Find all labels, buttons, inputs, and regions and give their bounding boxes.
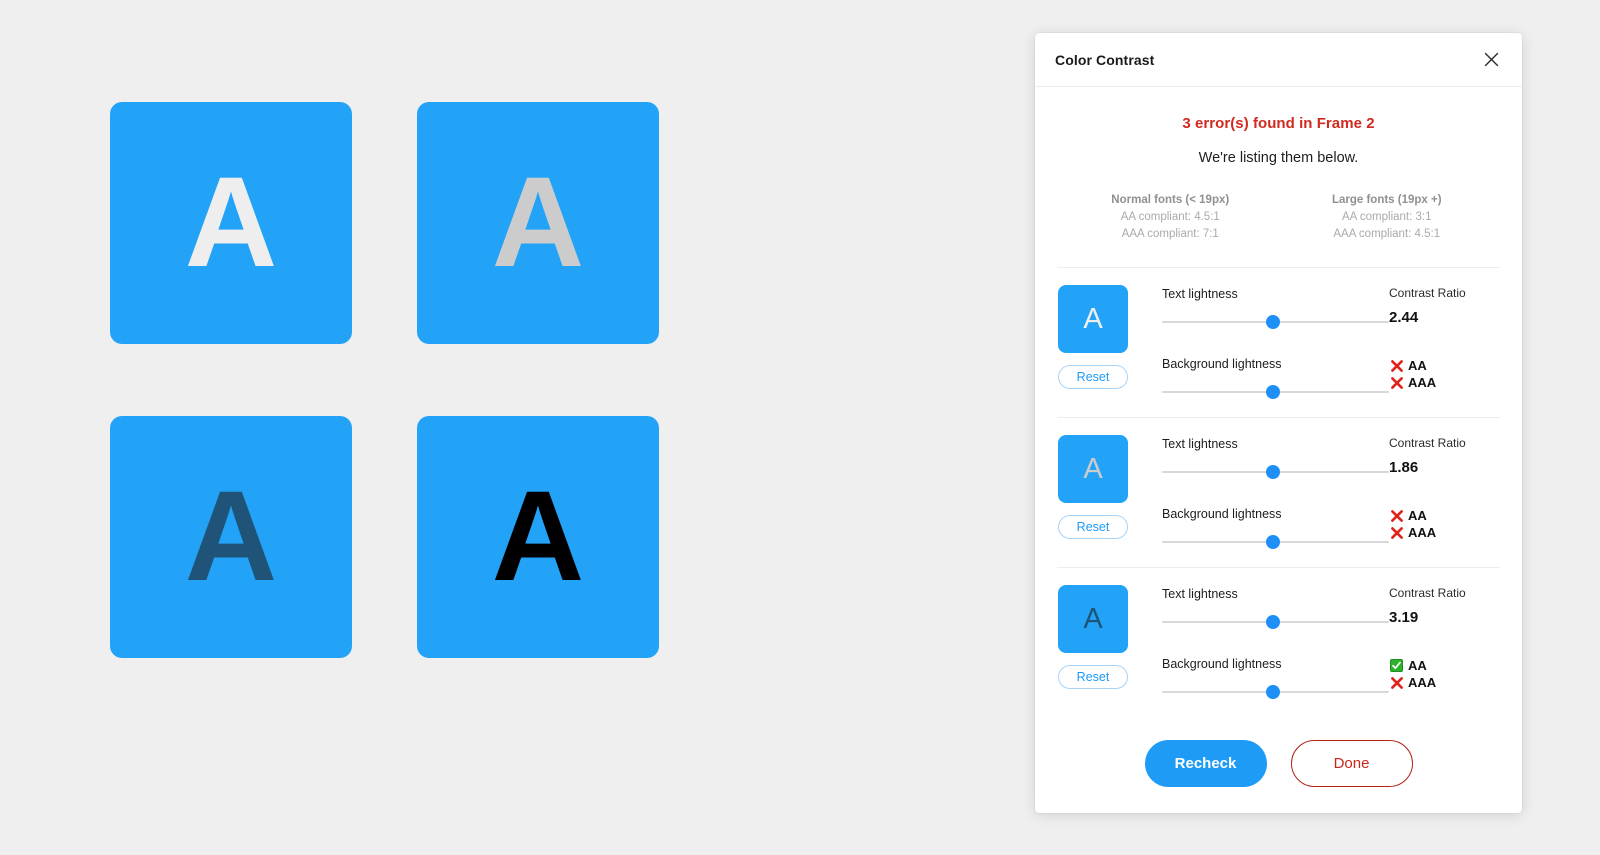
row-sliders-column: Text lightness Background lightness bbox=[1130, 435, 1389, 551]
contrast-ratio-label: Contrast Ratio bbox=[1389, 436, 1466, 450]
cross-icon bbox=[1389, 358, 1404, 373]
slider-thumb[interactable] bbox=[1266, 535, 1281, 549]
status-badge-label: AAA bbox=[1408, 525, 1437, 540]
result-preview-swatch[interactable]: A bbox=[1058, 285, 1128, 353]
page-title: Color Contrast bbox=[1055, 51, 1155, 68]
row-sliders-column: Text lightness Background lightness bbox=[1130, 585, 1389, 701]
background-lightness-label: Background lightness bbox=[1162, 507, 1282, 521]
status-badge-label: AA bbox=[1408, 358, 1427, 373]
compliance-badges: AA AAA bbox=[1389, 657, 1501, 691]
cross-icon bbox=[1389, 525, 1404, 540]
status-badge-aa: AA bbox=[1389, 357, 1501, 374]
slider-thumb[interactable] bbox=[1266, 315, 1281, 329]
text-lightness-slider[interactable] bbox=[1162, 315, 1389, 329]
preview-letter: A bbox=[1083, 602, 1103, 635]
close-icon[interactable] bbox=[1478, 47, 1504, 73]
status-badge-label: AAA bbox=[1408, 375, 1437, 390]
panel-body: 3 error(s) found in Frame 2 We're listin… bbox=[1035, 87, 1522, 727]
status-badge-aaa: AAA bbox=[1389, 524, 1501, 541]
status-badge-aa: AA bbox=[1389, 657, 1501, 674]
contrast-ratio-label: Contrast Ratio bbox=[1389, 586, 1466, 600]
row-preview-column: A Reset bbox=[1056, 435, 1130, 539]
reset-button[interactable]: Reset bbox=[1058, 365, 1128, 389]
contrast-ratio-label: Contrast Ratio bbox=[1389, 286, 1466, 300]
contrast-ratio-value: 2.44 bbox=[1389, 309, 1419, 326]
compliance-aa: AA compliant: 4.5:1 bbox=[1120, 211, 1220, 223]
text-lightness-slider[interactable] bbox=[1162, 465, 1389, 479]
text-lightness-label: Text lightness bbox=[1162, 587, 1238, 601]
reset-button[interactable]: Reset bbox=[1058, 665, 1128, 689]
status-badge-label: AA bbox=[1408, 658, 1427, 673]
cross-icon bbox=[1389, 675, 1404, 690]
background-lightness-label: Background lightness bbox=[1162, 357, 1282, 371]
slider-thumb[interactable] bbox=[1266, 685, 1281, 699]
swatch-letter: A bbox=[491, 465, 585, 608]
row-preview-column: A Reset bbox=[1056, 585, 1130, 689]
text-lightness-label: Text lightness bbox=[1162, 437, 1238, 451]
design-canvas: A A A A bbox=[0, 0, 1035, 855]
status-badge-aaa: AAA bbox=[1389, 674, 1501, 691]
canvas-swatch-1[interactable]: A bbox=[110, 102, 352, 344]
result-preview-swatch[interactable]: A bbox=[1058, 585, 1128, 653]
background-lightness-slider[interactable] bbox=[1162, 685, 1389, 699]
row-result-column: Contrast Ratio 3.19 AA AAA bbox=[1389, 585, 1501, 691]
error-heading: 3 error(s) found in Frame 2 bbox=[1182, 115, 1375, 132]
done-button[interactable]: Done bbox=[1290, 739, 1413, 787]
color-contrast-panel: Color Contrast 3 error(s) found in Frame… bbox=[1035, 33, 1522, 813]
compliance-title: Large fonts (19px +) bbox=[1331, 194, 1442, 206]
compliance-aa: AA compliant: 3:1 bbox=[1342, 211, 1432, 223]
compliance-aaa: AAA compliant: 4.5:1 bbox=[1333, 228, 1441, 240]
canvas-swatch-4[interactable]: A bbox=[417, 416, 659, 658]
compliance-title: Normal fonts (< 19px) bbox=[1111, 194, 1230, 206]
compliance-badges: AA AAA bbox=[1389, 357, 1501, 391]
swatch-letter: A bbox=[184, 465, 278, 608]
swatch-grid: A A A A bbox=[110, 102, 659, 658]
contrast-ratio-value: 1.86 bbox=[1389, 459, 1419, 476]
canvas-swatch-3[interactable]: A bbox=[110, 416, 352, 658]
check-icon bbox=[1389, 658, 1404, 673]
preview-letter: A bbox=[1083, 302, 1103, 335]
background-lightness-label: Background lightness bbox=[1162, 657, 1282, 671]
slider-thumb[interactable] bbox=[1266, 615, 1281, 629]
background-lightness-slider[interactable] bbox=[1162, 385, 1389, 399]
canvas-swatch-2[interactable]: A bbox=[417, 102, 659, 344]
contrast-ratio-value: 3.19 bbox=[1389, 609, 1419, 626]
cross-icon bbox=[1389, 375, 1404, 390]
row-result-column: Contrast Ratio 1.86 AA AAA bbox=[1389, 435, 1501, 541]
text-lightness-label: Text lightness bbox=[1162, 287, 1238, 301]
row-result-column: Contrast Ratio 2.44 AA AAA bbox=[1389, 285, 1501, 391]
status-badge-label: AAA bbox=[1408, 675, 1437, 690]
text-lightness-slider[interactable] bbox=[1162, 615, 1389, 629]
swatch-letter: A bbox=[491, 151, 585, 294]
reset-button[interactable]: Reset bbox=[1058, 515, 1128, 539]
recheck-button[interactable]: Recheck bbox=[1144, 739, 1267, 787]
compliance-legend: Normal fonts (< 19px) AA compliant: 4.5:… bbox=[1056, 192, 1501, 243]
table-row: A Reset Text lightness Background lightn… bbox=[1056, 268, 1501, 417]
result-preview-swatch[interactable]: A bbox=[1058, 435, 1128, 503]
compliance-badges: AA AAA bbox=[1389, 507, 1501, 541]
error-subtitle: We're listing them below. bbox=[1198, 150, 1359, 166]
preview-letter: A bbox=[1083, 452, 1103, 485]
cross-icon bbox=[1389, 508, 1404, 523]
row-preview-column: A Reset bbox=[1056, 285, 1130, 389]
compliance-normal-fonts: Normal fonts (< 19px) AA compliant: 4.5:… bbox=[1062, 192, 1279, 243]
status-badge-aaa: AAA bbox=[1389, 374, 1501, 391]
slider-thumb[interactable] bbox=[1266, 465, 1281, 479]
status-badge-label: AA bbox=[1408, 508, 1427, 523]
status-badge-aa: AA bbox=[1389, 507, 1501, 524]
slider-thumb[interactable] bbox=[1266, 385, 1281, 399]
compliance-aaa: AAA compliant: 7:1 bbox=[1121, 228, 1219, 240]
background-lightness-slider[interactable] bbox=[1162, 535, 1389, 549]
compliance-large-fonts: Large fonts (19px +) AA compliant: 3:1 A… bbox=[1279, 192, 1496, 243]
table-row: A Reset Text lightness Background lightn… bbox=[1056, 568, 1501, 717]
swatch-letter: A bbox=[184, 151, 278, 294]
table-row: A Reset Text lightness Background lightn… bbox=[1056, 418, 1501, 567]
row-sliders-column: Text lightness Background lightness bbox=[1130, 285, 1389, 401]
panel-header: Color Contrast bbox=[1035, 33, 1522, 87]
panel-footer: Recheck Done bbox=[1035, 727, 1522, 813]
